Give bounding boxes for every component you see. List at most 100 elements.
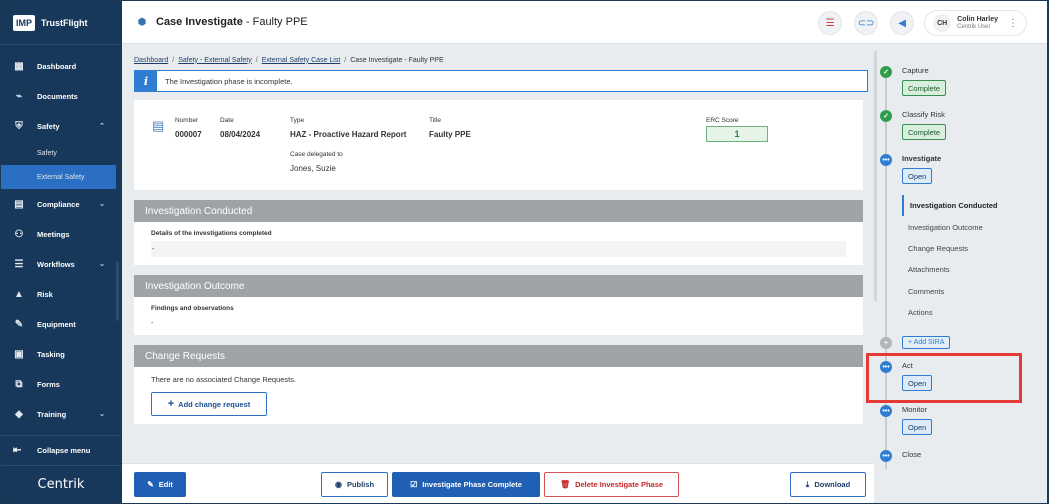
- erc-field: ERC Score 1: [706, 117, 768, 142]
- link-icon[interactable]: ⊂⊃: [854, 11, 879, 35]
- sidebar-item-label: Tasking: [37, 349, 65, 359]
- empty-message: There are no associated Change Requests.: [151, 375, 297, 384]
- trash-icon: 🗑: [559, 480, 571, 489]
- sidebar-item-compliance[interactable]: ▤ Compliance ⌄: [1, 189, 121, 219]
- sub-nav-investigation-outcome[interactable]: Investigation Outcome: [902, 216, 1042, 237]
- brand-logo: IMP: [13, 14, 35, 31]
- shield-icon: ⛨: [15, 120, 23, 132]
- section-header-change-requests: Change Requests: [134, 345, 863, 367]
- centrik-logo: Centrik: [1, 465, 121, 503]
- sidebar-footer: ⇤ Collapse menu Centrik: [1, 435, 121, 503]
- section-header-investigation-conducted: Investigation Conducted: [134, 200, 863, 222]
- sidebar-item-label: Meetings: [37, 229, 70, 239]
- sub-nav-attachments[interactable]: Attachments: [902, 259, 1042, 280]
- sub-nav-actions[interactable]: Actions: [902, 302, 1042, 323]
- clipboard-icon: ▤: [14, 198, 24, 210]
- title-value: Faulty PPE: [429, 130, 471, 139]
- case-content: Dashboard / Safety - External Safety / E…: [134, 52, 869, 450]
- type-label: Type: [290, 117, 305, 124]
- breadcrumb-safety-external[interactable]: Safety - External Safety: [178, 57, 252, 64]
- sidebar-item-workflows[interactable]: ☰ Workflows ⌄: [1, 249, 121, 279]
- ellipsis-icon: •••: [880, 450, 892, 462]
- date-value: 08/04/2024: [220, 130, 261, 139]
- sidebar-item-label: Training: [37, 409, 67, 419]
- download-icon: ⤓: [805, 479, 810, 489]
- breadcrumb-dashboard[interactable]: Dashboard: [134, 57, 168, 64]
- phase-timeline: ✓ Capture Complete ✓ Classify Risk Compl…: [874, 45, 1047, 503]
- breadcrumb-case-list[interactable]: External Safety Case List: [262, 57, 341, 64]
- sub-nav-change-requests[interactable]: Change Requests: [902, 238, 1042, 259]
- document-icon: ▤: [152, 118, 165, 133]
- sidebar-subitem-external-safety[interactable]: External Safety: [1, 165, 116, 189]
- investigate-phase-complete-button[interactable]: ☑ Investigate Phase Complete: [392, 472, 540, 497]
- sub-nav-comments[interactable]: Comments: [902, 281, 1042, 302]
- section-header-investigation-outcome: Investigation Outcome: [134, 275, 863, 297]
- collapse-arrow-icon: ⇤: [13, 445, 22, 456]
- sidebar-item-label: Documents: [37, 91, 78, 101]
- plus-icon: +: [167, 398, 175, 410]
- main-area: ⬢ Case Investigate - Faulty PPE ☰ ⊂⊃ ◀ C…: [122, 1, 1047, 503]
- sidebar-item-equipment[interactable]: ✎ Equipment: [1, 309, 121, 339]
- breadcrumb-separator: /: [172, 56, 175, 64]
- plus-circle-icon: +: [880, 337, 892, 349]
- stack-icon[interactable]: ☰: [818, 11, 843, 35]
- field-value: -: [151, 241, 846, 257]
- sidebar-item-risk[interactable]: ▲ Risk: [1, 279, 121, 309]
- add-change-request-label: Add change request: [178, 399, 251, 409]
- sidebar-item-tasking[interactable]: ▣ Tasking: [1, 339, 121, 369]
- brand[interactable]: IMP TrustFlight: [1, 1, 121, 45]
- chevron-down-icon: ⌄: [99, 411, 105, 418]
- sidebar-item-label: Workflows: [37, 259, 75, 269]
- sidebar-item-dashboard[interactable]: ▦ Dashboard: [1, 51, 121, 81]
- info-icon: i: [135, 70, 157, 92]
- sidebar-item-safety[interactable]: ⛨ Safety ⌃: [1, 111, 121, 141]
- sidebar-item-meetings[interactable]: ⚇ Meetings: [1, 219, 121, 249]
- add-change-request-button[interactable]: + Add change request: [151, 392, 267, 416]
- sidebar-item-label: Equipment: [37, 319, 76, 329]
- collapse-menu-label: Collapse menu: [37, 446, 91, 455]
- sidebar-item-forms[interactable]: ⧉ Forms: [1, 369, 121, 399]
- edit-button[interactable]: ✎ Edit: [134, 472, 186, 497]
- shield-icon: ⬢: [137, 16, 147, 28]
- case-summary-card: ▤ Number 000007 Date 08/04/2024 Type HAZ…: [134, 100, 863, 190]
- sidebar-subitem-safety[interactable]: Safety: [1, 141, 121, 165]
- sidebar-item-label: Risk: [37, 289, 53, 299]
- add-sira-button[interactable]: + Add SIRA: [902, 336, 951, 349]
- sidebar-scrollbar[interactable]: [116, 261, 119, 321]
- number-field: Number 000007: [175, 117, 202, 139]
- sidebar-nav: ▦ Dashboard ⌁ Documents ⛨ Safety ⌃ Safet…: [1, 51, 121, 429]
- timeline-scrollbar[interactable]: [874, 51, 877, 301]
- sidebar-item-label: Forms: [37, 379, 60, 389]
- phase-label: Close: [902, 450, 922, 459]
- ellipsis-icon: •••: [880, 154, 892, 166]
- delegated-field: Case delegated to Jones, Suzie: [290, 151, 343, 173]
- user-info: Colin Harley Centrik User: [957, 16, 998, 31]
- type-field: Type HAZ - Proactive Hazard Report: [290, 117, 406, 139]
- publish-button[interactable]: ◉ Publish: [321, 472, 388, 497]
- chevron-up-icon: ⌃: [99, 123, 105, 130]
- collapse-menu-button[interactable]: ⇤ Collapse menu: [1, 435, 121, 465]
- sidebar-item-documents[interactable]: ⌁ Documents: [1, 81, 121, 111]
- erc-label: ERC Score: [706, 117, 739, 124]
- edit-label: Edit: [158, 480, 173, 489]
- number-label: Number: [175, 117, 199, 124]
- user-menu[interactable]: CH Colin Harley Centrik User ⋮: [924, 10, 1027, 36]
- megaphone-icon[interactable]: ◀: [890, 11, 915, 35]
- sub-nav-investigation-conducted[interactable]: Investigation Conducted: [902, 195, 1042, 217]
- breadcrumb: Dashboard / Safety - External Safety / E…: [134, 52, 869, 68]
- delete-investigate-phase-button[interactable]: 🗑 Delete Investigate Phase: [544, 472, 679, 497]
- date-label: Date: [220, 117, 234, 124]
- sidebar-item-training[interactable]: ◆ Training ⌄: [1, 399, 121, 429]
- status-badge: Open: [902, 419, 933, 435]
- kebab-menu-icon[interactable]: ⋮: [1008, 18, 1018, 29]
- phase-label: Monitor: [902, 405, 928, 414]
- tasking-icon: ▣: [14, 348, 24, 360]
- field-label: Details of the investigations completed: [151, 230, 272, 237]
- download-button[interactable]: ⤓ Download: [790, 472, 866, 497]
- phase-label: Investigate: [902, 154, 942, 163]
- page-title: Case Investigate - Faulty PPE: [156, 16, 308, 28]
- download-label: Download: [814, 480, 851, 489]
- publish-label: Publish: [346, 480, 375, 489]
- section-change-requests: There are no associated Change Requests.…: [134, 367, 863, 424]
- pencil-icon: ✎: [147, 480, 154, 489]
